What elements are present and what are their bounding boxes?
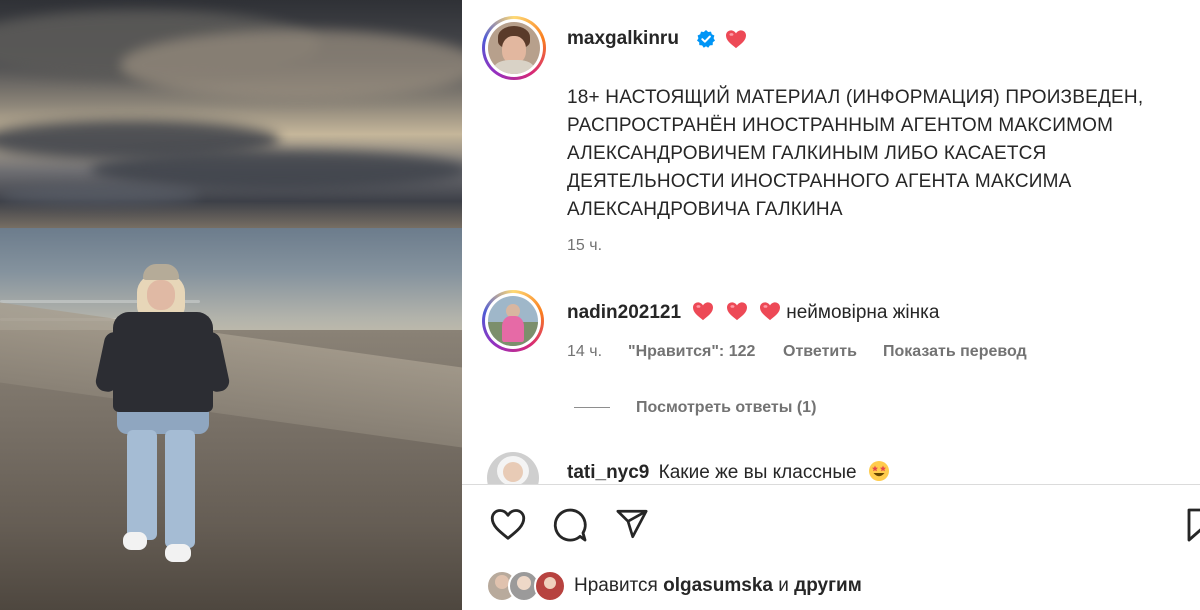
- reply-divider: [574, 407, 610, 408]
- comment-icon[interactable]: [552, 507, 588, 543]
- cloud: [90, 150, 462, 190]
- post-time[interactable]: 15 ч.: [567, 237, 602, 255]
- liked-by-username[interactable]: olgasumska: [663, 575, 773, 596]
- view-replies-button[interactable]: Посмотреть ответы (1): [636, 399, 816, 417]
- post-media[interactable]: [0, 0, 462, 610]
- heart-emoji-icon: [726, 302, 747, 321]
- person-figure: [94, 262, 245, 572]
- commenter-avatar[interactable]: [487, 452, 539, 484]
- heart-emoji-icon: [726, 30, 746, 49]
- save-icon[interactable]: [1186, 507, 1200, 543]
- heart-emoji-icon: [759, 302, 780, 321]
- liked-by-conjunction: и: [778, 575, 789, 596]
- verified-badge-icon: [697, 30, 715, 48]
- liker-avatar[interactable]: [534, 570, 566, 602]
- share-icon[interactable]: [614, 507, 650, 541]
- comment-username[interactable]: nadin202121: [567, 302, 681, 323]
- author-username[interactable]: maxgalkinru: [567, 28, 679, 50]
- liked-by-prefix: Нравится: [574, 575, 658, 596]
- comment-body: nadin202121 неймовірна жінка: [567, 301, 939, 324]
- comment-likes-count[interactable]: "Нравится": 122: [628, 343, 755, 361]
- comment-time[interactable]: 14 ч.: [567, 343, 602, 361]
- commenter-avatar[interactable]: [482, 290, 544, 352]
- comment-text: Какие же вы классные: [658, 462, 857, 483]
- reply-button[interactable]: Ответить: [783, 343, 857, 361]
- section-divider: [462, 484, 1200, 485]
- cloud: [0, 185, 200, 205]
- cloud: [120, 30, 462, 100]
- show-translation-button[interactable]: Показать перевод: [883, 343, 1027, 361]
- star-struck-emoji-icon: [868, 461, 889, 481]
- comment-text: неймовірна жінка: [786, 302, 940, 323]
- heart-emoji-icon: [693, 302, 714, 321]
- comment-username[interactable]: tati_nyc9: [567, 462, 649, 483]
- comment-body: tati_nyc9 Какие же вы классные: [567, 460, 890, 484]
- author-avatar[interactable]: [482, 16, 546, 80]
- post-details-panel: maxgalkinru 18+ НАСТОЯЩИЙ МАТЕРИАЛ (ИНФО…: [462, 0, 1200, 610]
- like-icon[interactable]: [490, 507, 526, 541]
- liked-by-text: Нравится olgasumska и другим: [574, 575, 862, 597]
- post-caption: 18+ НАСТОЯЩИЙ МАТЕРИАЛ (ИНФОРМАЦИЯ) ПРОИ…: [567, 87, 1144, 220]
- liked-by-others[interactable]: другим: [794, 575, 862, 596]
